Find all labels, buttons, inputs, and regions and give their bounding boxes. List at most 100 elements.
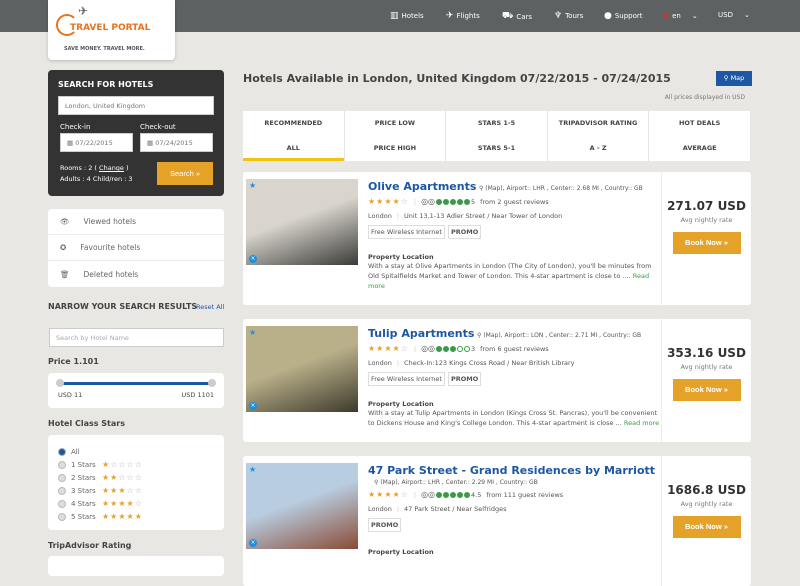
stars-icon: ★☆☆☆☆ [102, 460, 143, 469]
sort-option[interactable]: HOT DEALS [649, 111, 750, 136]
flag-icon: ▪ [663, 11, 670, 21]
stars-title: Hotel Class Stars [48, 419, 125, 428]
sort-option[interactable]: RECOMMENDED [243, 111, 344, 136]
saved-lists: 👁 Viewed hotels ✪ Favourite hotels 🗑 Delete… [48, 209, 224, 287]
hotel-name[interactable]: Tulip Apartments [368, 327, 474, 340]
search-title: SEARCH FOR HOTELS [58, 80, 154, 89]
hotel-image[interactable]: ★ × [246, 326, 358, 412]
hotel-name[interactable]: Olive Apartments [368, 180, 476, 193]
hotel-description: With a stay at Olive Apartments in Londo… [368, 262, 652, 280]
destination-input[interactable]: London, United Kingdom [58, 96, 214, 115]
sort-option[interactable]: ALL [243, 136, 344, 161]
remove-icon[interactable]: × [249, 255, 257, 263]
tripadvisor-title: TripAdvisor Rating [48, 541, 132, 550]
hotel-city: London [368, 212, 392, 220]
remove-icon[interactable]: × [249, 539, 257, 547]
property-location-title: Property Location [368, 548, 434, 556]
viewed-hotels-link[interactable]: 👁 Viewed hotels [48, 209, 224, 235]
stars-icon: ★★★★★ [102, 512, 143, 521]
sort-option[interactable]: A - Z [548, 136, 649, 161]
favourite-hotels-link[interactable]: ✪ Favourite hotels [48, 235, 224, 261]
nav-hotels[interactable]: ▥ Hotels [390, 11, 424, 21]
favourite-star-icon[interactable]: ★ [249, 465, 256, 474]
nav-tours[interactable]: ♆ Tours [554, 11, 583, 21]
remove-icon[interactable]: × [249, 402, 257, 410]
book-now-button[interactable]: Book Now » [672, 516, 741, 538]
price-min-handle[interactable] [56, 379, 64, 387]
favourite-star-icon[interactable]: ★ [249, 328, 256, 337]
search-button[interactable]: Search » [157, 162, 213, 185]
nav-label: Support [614, 12, 643, 20]
hotel-meta[interactable]: (Map), Airport:: LHR , Center:: 2.68 MI … [485, 185, 642, 192]
language-select[interactable]: ▪ en ⌄ [663, 11, 698, 21]
option-label: 3 Stars [71, 486, 96, 495]
hotel-name-input[interactable]: Search by Hotel Name [49, 328, 224, 347]
checkin-input[interactable]: ▦ 07/22/2015 [60, 133, 133, 152]
hotel-meta[interactable]: (Map), Airport:: LHR , Center:: 2.29 MI … [380, 479, 537, 486]
reviews-count[interactable]: from 2 guest reviews [480, 198, 549, 206]
hotel-name[interactable]: 47 Park Street - Grand Residences by Mar… [368, 464, 655, 477]
book-now-button[interactable]: Book Now » [672, 232, 741, 254]
hotel-stars-icon: ★★★★☆ [368, 490, 409, 499]
sort-option[interactable]: AVERAGE [649, 136, 750, 161]
radio-button[interactable] [58, 512, 66, 521]
star-filter-option[interactable]: All [58, 445, 214, 458]
price-max-handle[interactable] [208, 379, 216, 387]
checkout-value: 07/24/2015 [155, 139, 193, 147]
logo-text: TRAVEL PORTAL [70, 23, 151, 33]
chevron-down-icon: ⌄ [743, 11, 750, 19]
sort-option[interactable]: PRICE LOW [345, 111, 446, 136]
hotel-price: 353.16 USD [667, 346, 746, 360]
change-rooms-link[interactable]: Change [99, 164, 124, 172]
star-filter-option[interactable]: 5 Stars ★★★★★ [58, 510, 214, 523]
guests-text: Adults : 4 Child/ren : 3 [60, 175, 133, 183]
map-label: Map [730, 74, 745, 82]
star-filter-option[interactable]: 3 Stars ★★★☆☆ [58, 484, 214, 497]
hotel-address: 47 Park Street / Near Selfridges [404, 505, 507, 513]
deleted-hotels-link[interactable]: 🗑 Deleted hotels [48, 261, 224, 287]
radio-button[interactable] [58, 499, 66, 508]
currency-select[interactable]: USD ⌄ [718, 11, 750, 19]
nav-label: Hotels [401, 12, 424, 20]
star-filter-option[interactable]: 4 Stars ★★★★☆ [58, 497, 214, 510]
list-label: Viewed hotels [83, 217, 136, 226]
plane-icon: ✈ [78, 4, 89, 18]
sort-option[interactable]: STARS 1-5 [446, 111, 547, 136]
reset-all-link[interactable]: Reset All [196, 303, 224, 311]
hotel-image[interactable]: ★ × [246, 179, 358, 265]
sort-option[interactable]: TRIPADVISOR RATING [548, 111, 649, 136]
nav-cars[interactable]: ⛟ Cars [502, 11, 532, 22]
tripadvisor-rating: ◎◎ 5 [421, 197, 475, 206]
hotel-image[interactable]: ★ × [246, 463, 358, 549]
sort-option[interactable]: STARS 5-1 [446, 136, 547, 161]
favourite-star-icon[interactable]: ★ [249, 181, 256, 190]
sort-option[interactable]: PRICE HIGH [345, 136, 446, 161]
language-value: en [672, 12, 681, 20]
amenity-tag: PROMO [447, 225, 482, 239]
option-label: 4 Stars [71, 499, 96, 508]
star-filter-option[interactable]: 1 Stars ★☆☆☆☆ [58, 458, 214, 471]
reviews-count[interactable]: from 6 guest reviews [480, 345, 549, 353]
book-now-button[interactable]: Book Now » [672, 379, 741, 401]
radio-button[interactable] [58, 486, 66, 495]
map-button[interactable]: ⚲ Map [716, 71, 752, 86]
nav-support[interactable]: ● Support [604, 11, 643, 21]
reviews-count[interactable]: from 111 guest reviews [486, 491, 563, 499]
price-slider-track[interactable] [60, 382, 212, 385]
nav-flights[interactable]: ✈ Flights [446, 11, 480, 21]
map-pin-icon: ⚲ [723, 74, 729, 82]
hotel-address: Unit 13,1-13 Adler Street / Near Tower o… [404, 212, 563, 220]
radio-button[interactable] [58, 473, 66, 482]
filters-title: NARROW YOUR SEARCH RESULTS [48, 302, 198, 311]
checkout-input[interactable]: ▦ 07/24/2015 [140, 133, 213, 152]
hotel-price: 271.07 USD [667, 199, 746, 213]
radio-button[interactable] [58, 447, 66, 456]
tripadvisor-owl-icon: ◎◎ [421, 490, 436, 499]
tripadvisor-owl-icon: ◎◎ [421, 344, 436, 353]
hotel-meta[interactable]: (Map), Airport:: LON , Center:: 2.71 MI … [483, 332, 641, 339]
logo[interactable]: ✈ TRAVEL PORTAL SAVE MONEY. TRAVEL MORE. [48, 0, 175, 60]
read-more-link[interactable]: Read more [624, 419, 659, 427]
radio-button[interactable] [58, 460, 66, 469]
nav-label: Tours [565, 12, 584, 20]
star-filter-option[interactable]: 2 Stars ★★☆☆☆ [58, 471, 214, 484]
